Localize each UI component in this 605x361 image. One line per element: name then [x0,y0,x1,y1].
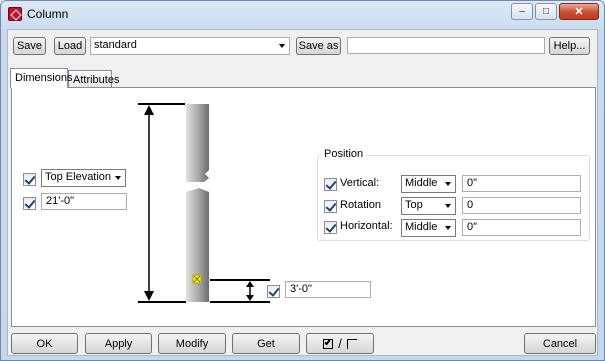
position-group-title: Position [321,148,367,160]
modify-button[interactable]: Modify [158,333,226,354]
apply-button[interactable]: Apply [85,333,152,354]
base-offset-checkbox[interactable] [267,285,280,298]
vertical-offset-field[interactable]: 0" [462,175,581,192]
horizontal-offset-field[interactable]: 0" [462,219,581,236]
column-lower-segment [186,188,209,302]
horizontal-label: Horizontal: [340,220,393,232]
elevation-value-field[interactable]: 21'-0" [41,193,127,210]
chevron-down-icon [115,176,121,180]
ok-button[interactable]: OK [11,333,78,354]
dimensions-panel: Top Elevation 21'-0" 3'-0" Position Vert… [11,87,596,327]
vertical-dropdown[interactable]: Middle [401,175,456,193]
rotation-value-field[interactable]: 0 [462,197,581,214]
preset-dropdown[interactable]: standard [90,37,290,55]
save-as-button[interactable]: Save as [296,37,341,55]
close-button[interactable]: ✕ [559,3,599,20]
unchecked-box-icon [346,338,357,349]
rotation-checkbox[interactable] [324,200,337,213]
horizontal-dropdown[interactable]: Middle [401,219,456,237]
dialog-button-bar: OK Apply Modify Get / Cancel [8,328,597,355]
tab-attributes[interactable]: Attributes [68,70,119,88]
title-bar[interactable]: Column – □ ✕ [1,1,604,28]
get-button[interactable]: Get [232,333,300,354]
elevation-type-value: Top Elevation [45,171,112,183]
chevron-down-icon [445,204,451,208]
checked-box-icon [323,338,334,349]
help-button[interactable]: Help... [549,37,590,55]
column-dialog-window: Column – □ ✕ Save Load standard Save as … [0,0,605,361]
rotation-label: Rotation [340,199,381,211]
elevation-value-checkbox[interactable] [23,197,36,210]
vertical-dropdown-value: Middle [405,177,438,189]
chevron-down-icon [445,182,451,186]
elevation-type-checkbox[interactable] [23,173,36,186]
toggle-separator: / [338,336,342,351]
preset-dropdown-value: standard [94,39,137,51]
window-title: Column [27,7,69,21]
base-offset-field[interactable]: 3'-0" [285,281,371,298]
vertical-checkbox[interactable] [324,178,337,191]
load-button[interactable]: Load [54,37,86,55]
horizontal-checkbox[interactable] [324,221,337,234]
rotation-dropdown-value: Top [405,199,423,211]
minimize-button[interactable]: – [511,3,533,20]
rotation-dropdown[interactable]: Top [401,197,456,215]
maximize-button[interactable]: □ [535,3,557,20]
dialog-client-area: Save Load standard Save as Help... Dimen… [7,29,598,356]
tab-dimensions[interactable]: Dimensions [10,68,72,88]
elevation-type-dropdown[interactable]: Top Elevation [41,169,126,187]
chevron-down-icon [279,44,285,48]
horizontal-dropdown-value: Middle [405,221,438,233]
vertical-label: Vertical: [340,177,380,189]
app-icon [8,7,22,21]
toggle-all-checkboxes-button[interactable]: / [306,333,374,354]
save-button[interactable]: Save [13,37,46,55]
cancel-button[interactable]: Cancel [524,333,596,354]
chevron-down-icon [445,226,451,230]
column-upper-segment [186,104,209,182]
save-as-name-field[interactable] [347,37,545,54]
